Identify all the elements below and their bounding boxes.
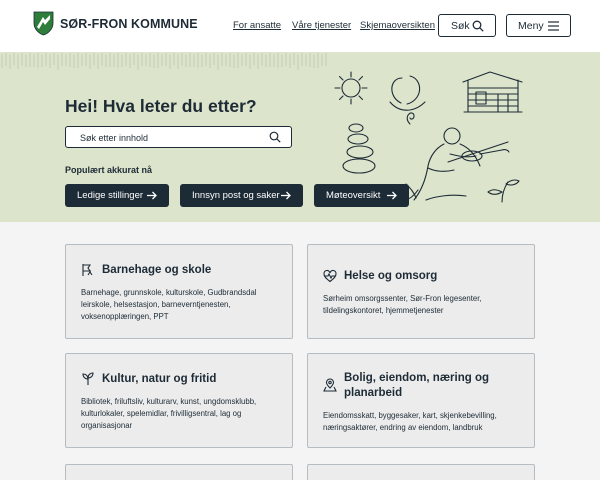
quick-link-label: Ledige stillinger (77, 190, 144, 201)
card-title: Bolig, eiendom, næring og planarbeid (344, 372, 490, 399)
hero-title: Hei! Hva leter du etter? (65, 96, 257, 116)
heart-pulse-icon (323, 269, 337, 283)
meditation-figure-icon (389, 75, 426, 125)
card-title: Helse og omsorg (344, 270, 438, 282)
category-card-partial[interactable] (307, 464, 535, 480)
coat-of-arms-icon (33, 11, 54, 36)
card-description: Sørheim omsorgssenter, Sør-Fron legesent… (323, 294, 482, 315)
search-input[interactable] (80, 131, 260, 144)
nav-link-for-ansatte[interactable]: For ansatte (233, 20, 281, 31)
logo[interactable]: SØR-FRON KOMMUNE (33, 11, 198, 36)
search-field[interactable] (65, 126, 292, 148)
hamburger-icon (548, 21, 559, 31)
search-icon[interactable] (269, 131, 281, 143)
nav-link-skjemaoversikten[interactable]: Skjemaoversikten (360, 20, 435, 31)
popular-label: Populært akkurat nå (65, 165, 153, 175)
card-description: Eiendomsskatt, byggesaker, kart, skjenke… (323, 411, 497, 432)
search-icon (472, 20, 484, 32)
category-card-bolig-eiendom[interactable]: Bolig, eiendom, næring og planarbeid Eie… (307, 353, 535, 448)
sprout-icon (487, 179, 520, 203)
logo-text: SØR-FRON KOMMUNE (60, 16, 198, 31)
menu-button[interactable]: Meny (506, 14, 571, 37)
quick-link-ledige-stillinger[interactable]: Ledige stillinger (65, 184, 169, 207)
card-description: Bibliotek, friluftsliv, kulturarv, kunst… (81, 397, 257, 430)
card-description: Barnehage, grunnskole, kulturskole, Gudb… (81, 288, 257, 321)
nav-link-vare-tjenester[interactable]: Våre tjenester (292, 20, 351, 31)
quick-link-innsyn[interactable]: Innsyn post og saker (180, 184, 303, 207)
sprout-icon (82, 372, 94, 385)
cabin-icon (462, 71, 523, 113)
search-button-label: Søk (451, 19, 470, 32)
child-icon (82, 264, 93, 276)
category-card-barnehage-skole[interactable]: Barnehage og skole Barnehage, grunnskole… (65, 244, 293, 339)
quick-link-label: Innsyn post og saker (192, 190, 280, 201)
search-button[interactable]: Søk (438, 14, 496, 37)
fiddle-player-icon (401, 127, 510, 203)
map-pin-icon (323, 378, 337, 392)
sun-icon (334, 71, 368, 105)
arrow-right-icon (147, 191, 157, 200)
category-card-kultur-natur[interactable]: Kultur, natur og fritid Bibliotek, frilu… (65, 353, 293, 448)
site-header: SØR-FRON KOMMUNE For ansatte Våre tjenes… (0, 0, 600, 52)
card-title: Kultur, natur og fritid (102, 373, 217, 385)
menu-button-label: Meny (518, 19, 544, 32)
hero-illustration (334, 71, 523, 203)
card-title: Barnehage og skole (102, 264, 212, 276)
category-card-helse-omsorg[interactable]: Helse og omsorg Sørheim omsorgssenter, S… (307, 244, 535, 339)
arrow-right-icon (281, 191, 291, 200)
hero-section: Hei! Hva leter du etter? Populært akkura… (0, 52, 600, 222)
stacked-stones-icon (342, 123, 376, 174)
category-card-partial[interactable] (65, 464, 293, 480)
